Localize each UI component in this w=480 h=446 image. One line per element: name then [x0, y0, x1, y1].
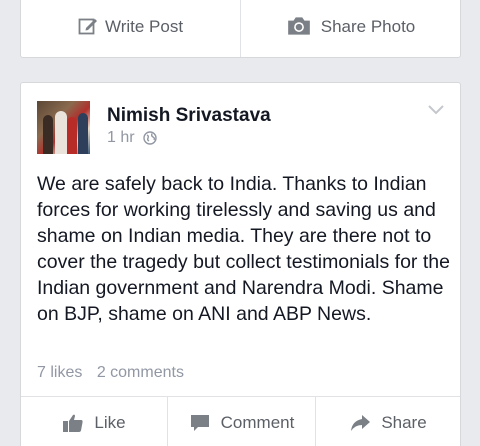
like-label: Like: [94, 412, 126, 432]
comment-label: Comment: [220, 412, 295, 432]
post-card: Nimish Srivastava 1 hr We are safely bac…: [20, 82, 461, 446]
share-photo-label: Share Photo: [320, 17, 416, 36]
chevron-down-icon[interactable]: [428, 105, 444, 115]
write-post-button[interactable]: Write Post: [21, 0, 240, 57]
likes-count[interactable]: 7 likes: [37, 364, 82, 381]
share-photo-button[interactable]: Share Photo: [240, 0, 460, 57]
write-post-label: Write Post: [104, 17, 184, 36]
composer-bar: Write Post Share Photo: [20, 0, 461, 58]
post-text: We are safely back to India. Thanks to I…: [37, 173, 450, 325]
post-stats: 7 likes 2 comments: [37, 364, 184, 382]
globe-icon: [142, 131, 157, 145]
camera-icon: [287, 17, 310, 35]
post-time[interactable]: 1 hr: [107, 129, 135, 147]
post-author[interactable]: Nimish Srivastava: [107, 105, 271, 127]
pencil-icon: [78, 18, 97, 35]
avatar[interactable]: [37, 101, 90, 154]
thumbs-up-icon: [63, 414, 84, 432]
post-meta: 1 hr: [107, 129, 157, 147]
share-label: Share: [381, 412, 427, 432]
post-actions: Like Comment Share: [21, 396, 460, 446]
share-button[interactable]: Share: [315, 397, 460, 446]
speech-bubble-icon: [190, 414, 209, 431]
like-button[interactable]: Like: [21, 397, 167, 446]
comments-count[interactable]: 2 comments: [97, 364, 184, 381]
share-arrow-icon: [351, 414, 371, 431]
comment-button[interactable]: Comment: [167, 397, 315, 446]
